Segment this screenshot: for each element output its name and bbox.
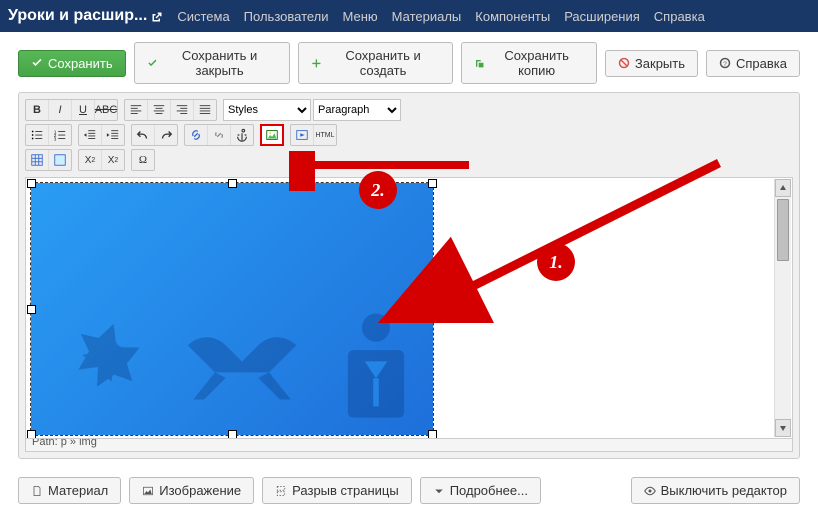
svg-text:3: 3 <box>54 136 57 141</box>
scroll-down-button[interactable] <box>775 419 791 437</box>
underline-button[interactable]: U <box>72 100 95 120</box>
page-title: Уроки и расшир... <box>8 7 163 25</box>
resize-handle-tl[interactable] <box>27 179 36 188</box>
eye-icon <box>644 485 656 497</box>
chevron-down-icon <box>433 485 445 497</box>
image-label: Изображение <box>159 483 241 498</box>
editor-toolbar-row3: X2 X2 Ω <box>25 149 793 171</box>
bottom-button-bar: Материал Изображение Разрыв страницы Под… <box>0 469 818 512</box>
save-label: Сохранить <box>48 56 113 71</box>
content-image <box>31 183 433 435</box>
scroll-up-button[interactable] <box>775 179 791 197</box>
readmore-label: Подробнее... <box>450 483 528 498</box>
menu-menus[interactable]: Меню <box>343 9 378 24</box>
save-new-label: Сохранить и создать <box>327 48 440 78</box>
insert-material-button[interactable]: Материал <box>18 477 121 504</box>
resize-handle-bm[interactable] <box>228 430 237 439</box>
resize-handle-tm[interactable] <box>228 179 237 188</box>
resize-handle-mr[interactable] <box>428 305 437 314</box>
selected-image[interactable] <box>30 182 434 436</box>
close-button[interactable]: Закрыть <box>605 50 698 77</box>
annotation-badge-2: 2. <box>359 171 397 209</box>
italic-button[interactable]: I <box>49 100 72 120</box>
styles-select[interactable]: Styles <box>223 99 311 121</box>
question-icon: ? <box>719 57 731 69</box>
save-close-button[interactable]: Сохранить и закрыть <box>134 42 290 84</box>
menu-content[interactable]: Материалы <box>392 9 462 24</box>
menu-extensions[interactable]: Расширения <box>564 9 640 24</box>
undo-button[interactable] <box>132 125 155 145</box>
align-justify-button[interactable] <box>194 100 216 120</box>
align-left-button[interactable] <box>125 100 148 120</box>
pagebreak-button[interactable]: Разрыв страницы <box>262 477 412 504</box>
editor-toolbar-row2: 123 HTML <box>25 124 793 146</box>
plus-icon <box>311 57 322 69</box>
check-icon <box>31 57 43 69</box>
insert-image-button[interactable] <box>261 125 283 145</box>
editor-content-area[interactable] <box>25 177 793 439</box>
save-copy-label: Сохранить копию <box>489 48 584 78</box>
admin-topbar: Уроки и расшир... Система Пользователи М… <box>0 0 818 32</box>
material-label: Материал <box>48 483 108 498</box>
check-icon <box>147 57 158 69</box>
page-title-text: Уроки и расшир... <box>8 7 147 25</box>
image-graphics <box>31 307 433 427</box>
svg-text:?: ? <box>723 61 727 68</box>
save-close-label: Сохранить и закрыть <box>162 48 276 78</box>
strike-button[interactable]: ABC <box>95 100 117 120</box>
media-button[interactable] <box>291 125 314 145</box>
external-link-icon <box>151 10 163 22</box>
richtext-editor: B I U ABC Styles Paragraph 123 <box>18 92 800 459</box>
insert-image2-button[interactable]: Изображение <box>129 477 254 504</box>
save-copy-button[interactable]: Сохранить копию <box>461 42 597 84</box>
copy-icon <box>474 57 485 69</box>
scroll-thumb[interactable] <box>777 199 789 261</box>
align-right-button[interactable] <box>171 100 194 120</box>
outdent-button[interactable] <box>79 125 102 145</box>
pagebreak-label: Разрыв страницы <box>292 483 399 498</box>
unlink-button[interactable] <box>208 125 231 145</box>
align-center-button[interactable] <box>148 100 171 120</box>
specialchar-button[interactable]: Ω <box>132 150 154 170</box>
bold-button[interactable]: B <box>26 100 49 120</box>
menu-help[interactable]: Справка <box>654 9 705 24</box>
subscript-button[interactable]: X2 <box>79 150 102 170</box>
table-button[interactable] <box>26 150 49 170</box>
readmore-button[interactable]: Подробнее... <box>420 477 541 504</box>
resize-handle-bl[interactable] <box>27 430 36 439</box>
cancel-icon <box>618 57 630 69</box>
resize-handle-br[interactable] <box>428 430 437 439</box>
editor-toolbar-row1: B I U ABC Styles Paragraph <box>25 99 793 121</box>
link-button[interactable] <box>185 125 208 145</box>
superscript-button[interactable]: X2 <box>102 150 124 170</box>
anchor-button[interactable] <box>231 125 253 145</box>
indent-button[interactable] <box>102 125 124 145</box>
format-select[interactable]: Paragraph <box>313 99 401 121</box>
help-label: Справка <box>736 56 787 71</box>
table-props-button[interactable] <box>49 150 71 170</box>
menu-components[interactable]: Компоненты <box>475 9 550 24</box>
menu-system[interactable]: Система <box>177 9 229 24</box>
save-button[interactable]: Сохранить <box>18 50 126 77</box>
close-label: Закрыть <box>635 56 685 71</box>
resize-handle-tr[interactable] <box>428 179 437 188</box>
menu-users[interactable]: Пользователи <box>244 9 329 24</box>
numbered-list-button[interactable]: 123 <box>49 125 71 145</box>
document-icon <box>31 485 43 497</box>
toggle-editor-button[interactable]: Выключить редактор <box>631 477 800 504</box>
resize-handle-ml[interactable] <box>27 305 36 314</box>
save-new-button[interactable]: Сохранить и создать <box>298 42 453 84</box>
toggle-label: Выключить редактор <box>661 483 787 498</box>
html-button[interactable]: HTML <box>314 125 336 145</box>
redo-button[interactable] <box>155 125 177 145</box>
annotation-badge-1: 1. <box>537 243 575 281</box>
vertical-scrollbar[interactable] <box>774 179 791 437</box>
bullet-list-button[interactable] <box>26 125 49 145</box>
pagebreak-icon <box>275 485 287 497</box>
action-toolbar: Сохранить Сохранить и закрыть Сохранить … <box>0 32 818 92</box>
help-button[interactable]: ? Справка <box>706 50 800 77</box>
image-icon <box>142 485 154 497</box>
